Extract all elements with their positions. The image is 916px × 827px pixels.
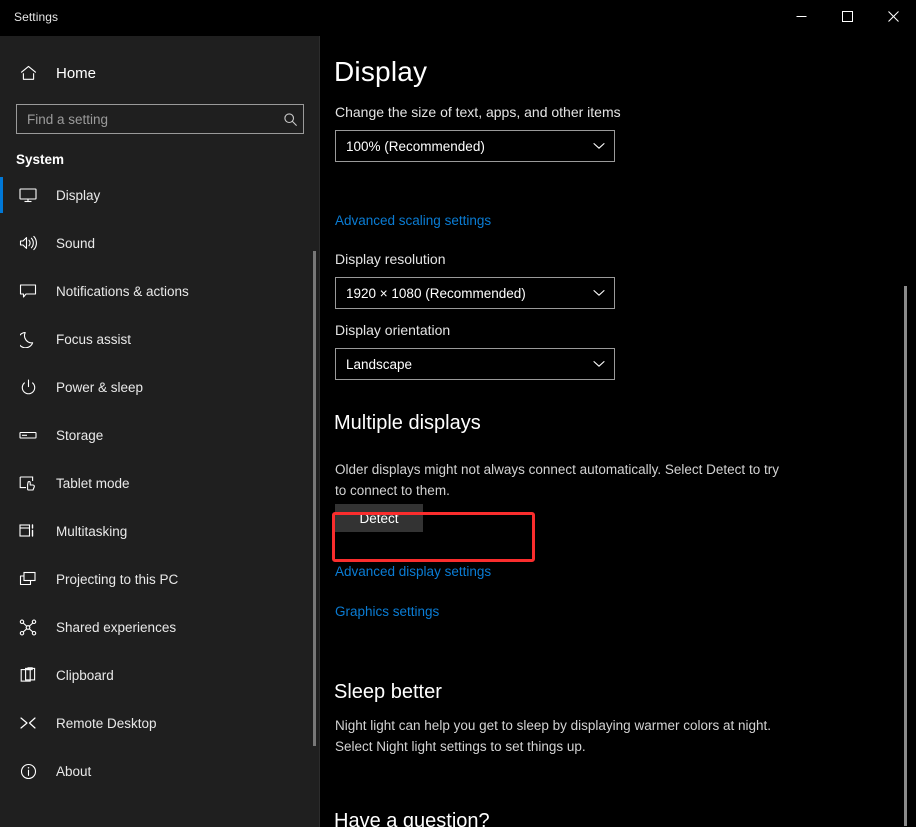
monitor-icon	[18, 185, 38, 205]
orientation-dropdown-value: Landscape	[346, 356, 413, 372]
share-icon	[18, 617, 38, 637]
chevron-down-icon	[593, 287, 605, 299]
have-a-question-heading: Have a question?	[334, 810, 490, 827]
sidebar-item-label: Shared experiences	[56, 619, 177, 635]
sidebar-item-sound[interactable]: Sound	[0, 219, 320, 267]
sidebar-item-multitasking[interactable]: Multitasking	[0, 507, 320, 555]
scale-label: Change the size of text, apps, and other…	[335, 104, 621, 120]
sidebar-item-clipboard[interactable]: Clipboard	[0, 651, 320, 699]
tablet-icon	[18, 473, 38, 493]
notification-icon	[18, 281, 38, 301]
settings-window: Settings Home Find a setting System Disp…	[0, 0, 916, 827]
graphics-settings-link[interactable]: Graphics settings	[335, 604, 439, 619]
sidebar-item-label: Notifications & actions	[56, 283, 189, 299]
sidebar-item-label: Clipboard	[56, 667, 114, 683]
sidebar: Home System	[0, 36, 320, 827]
title-bar: Settings	[0, 0, 916, 36]
sidebar-item-display[interactable]: Display	[0, 171, 320, 219]
info-icon	[18, 761, 38, 781]
detect-button[interactable]: Detect	[335, 504, 423, 532]
sidebar-item-shared-experiences[interactable]: Shared experiences	[0, 603, 320, 651]
close-icon	[887, 10, 899, 22]
window-body: Home System	[0, 36, 916, 827]
clipboard-icon	[18, 665, 38, 685]
projection-icon	[18, 569, 38, 589]
window-title: Settings	[14, 10, 59, 24]
advanced-display-settings-link[interactable]: Advanced display settings	[335, 564, 491, 579]
minimize-button[interactable]	[778, 0, 824, 32]
maximize-button[interactable]	[824, 0, 870, 32]
multitasking-icon	[18, 521, 38, 541]
sidebar-item-home[interactable]: Home	[0, 56, 320, 90]
main-scrollbar-thumb[interactable]	[904, 286, 907, 826]
close-button[interactable]	[870, 0, 916, 32]
sidebar-item-label: Remote Desktop	[56, 715, 157, 731]
sidebar-item-storage[interactable]: Storage	[0, 411, 320, 459]
main-content: Display Change the size of text, apps, a…	[320, 36, 916, 827]
sidebar-item-label: Projecting to this PC	[56, 571, 179, 587]
advanced-scaling-settings-link[interactable]: Advanced scaling settings	[335, 213, 491, 228]
sidebar-item-label: Storage	[56, 427, 104, 443]
sleep-better-heading: Sleep better	[334, 681, 442, 703]
sidebar-item-label: Sound	[56, 235, 96, 251]
maximize-icon	[841, 10, 853, 22]
multiple-displays-heading: Multiple displays	[334, 412, 481, 434]
scale-dropdown-value: 100% (Recommended)	[346, 138, 485, 154]
speaker-icon	[18, 233, 38, 253]
moon-icon	[18, 329, 38, 349]
sidebar-scrollbar-thumb[interactable]	[313, 251, 316, 746]
search-box[interactable]	[16, 104, 304, 134]
sidebar-item-label: Display	[56, 187, 101, 203]
multiple-displays-description: Older displays might not always connect …	[335, 462, 779, 498]
search-input[interactable]	[17, 105, 277, 133]
search-icon[interactable]	[277, 106, 303, 132]
drive-icon	[18, 425, 38, 445]
resolution-dropdown[interactable]: 1920 × 1080 (Recommended)	[335, 277, 615, 309]
scale-dropdown[interactable]: 100% (Recommended)	[335, 130, 615, 162]
sidebar-item-label: Focus assist	[56, 331, 132, 347]
orientation-dropdown[interactable]: Landscape	[335, 348, 615, 380]
chevron-down-icon	[593, 140, 605, 152]
sleep-better-description: Night light can help you get to sleep by…	[335, 718, 771, 754]
sidebar-item-label: About	[56, 763, 92, 779]
sidebar-section-title: System	[16, 152, 65, 167]
sidebar-item-label: Tablet mode	[56, 475, 130, 491]
chevron-down-icon	[593, 358, 605, 370]
home-label: Home	[56, 64, 97, 82]
resolution-label: Display resolution	[335, 251, 446, 267]
sidebar-nav-list: Display Sound Notifications & actions Fo…	[0, 171, 320, 795]
sidebar-item-remote-desktop[interactable]: Remote Desktop	[0, 699, 320, 747]
resolution-dropdown-value: 1920 × 1080 (Recommended)	[346, 285, 526, 301]
sidebar-item-about[interactable]: About	[0, 747, 320, 795]
remote-desktop-icon	[18, 713, 38, 733]
home-icon	[18, 63, 38, 83]
power-icon	[18, 377, 38, 397]
page-title: Display	[334, 56, 428, 87]
sidebar-item-label: Multitasking	[56, 523, 128, 539]
sidebar-item-projecting[interactable]: Projecting to this PC	[0, 555, 320, 603]
sidebar-item-power-sleep[interactable]: Power & sleep	[0, 363, 320, 411]
window-controls	[778, 0, 916, 32]
orientation-label: Display orientation	[335, 322, 451, 338]
sidebar-item-label: Power & sleep	[56, 379, 144, 395]
sidebar-item-notifications[interactable]: Notifications & actions	[0, 267, 320, 315]
sidebar-item-tablet-mode[interactable]: Tablet mode	[0, 459, 320, 507]
sidebar-item-focus-assist[interactable]: Focus assist	[0, 315, 320, 363]
minimize-icon	[796, 15, 806, 17]
